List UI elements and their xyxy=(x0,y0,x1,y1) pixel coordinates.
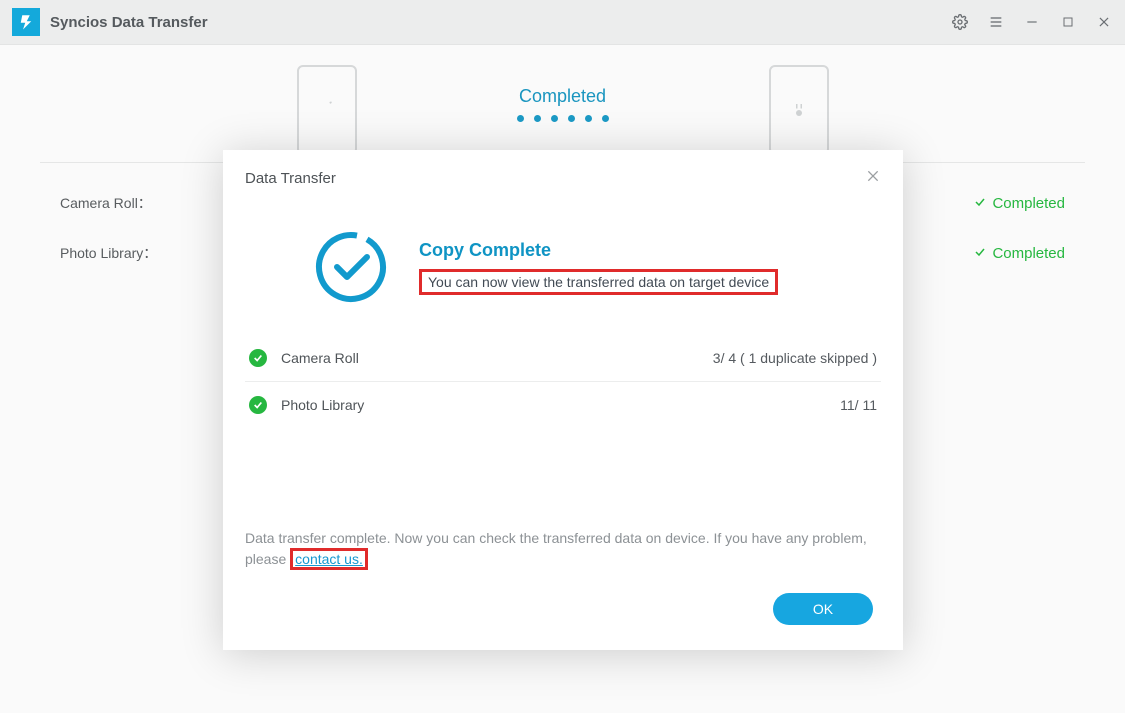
list-item: Photo Library 11/ 11 xyxy=(245,382,881,428)
check-icon xyxy=(249,349,267,367)
item-result: 11/ 11 xyxy=(840,397,877,413)
maximize-icon[interactable] xyxy=(1059,13,1077,31)
window-controls xyxy=(951,13,1113,31)
data-transfer-dialog: Data Transfer Copy Complete You can now … xyxy=(223,150,903,650)
copy-complete-heading: Copy Complete xyxy=(419,240,778,261)
gear-icon[interactable] xyxy=(951,13,969,31)
app-logo xyxy=(12,8,40,36)
success-check-icon xyxy=(313,229,389,305)
dialog-title: Data Transfer xyxy=(245,170,336,187)
app-title: Syncios Data Transfer xyxy=(50,14,208,31)
menu-icon[interactable] xyxy=(987,13,1005,31)
item-result: 3/ 4 ( 1 duplicate skipped ) xyxy=(713,350,877,366)
ok-button[interactable]: OK xyxy=(773,593,873,625)
close-icon[interactable] xyxy=(1095,13,1113,31)
page-body: Completed Camera Roll： Completed Photo L… xyxy=(0,45,1125,713)
check-icon xyxy=(249,396,267,414)
dialog-footer-text: Data transfer complete. Now you can chec… xyxy=(245,528,881,570)
result-list: Camera Roll 3/ 4 ( 1 duplicate skipped )… xyxy=(245,335,881,428)
item-name: Camera Roll xyxy=(281,350,359,366)
modal-overlay: Data Transfer Copy Complete You can now … xyxy=(0,45,1125,713)
list-item: Camera Roll 3/ 4 ( 1 duplicate skipped ) xyxy=(245,335,881,382)
dialog-close-icon[interactable] xyxy=(865,168,881,189)
titlebar: Syncios Data Transfer xyxy=(0,0,1125,45)
copy-complete-subtext: You can now view the transferred data on… xyxy=(419,269,778,295)
item-name: Photo Library xyxy=(281,397,364,413)
contact-us-link[interactable]: contact us. xyxy=(290,548,368,570)
minimize-icon[interactable] xyxy=(1023,13,1041,31)
